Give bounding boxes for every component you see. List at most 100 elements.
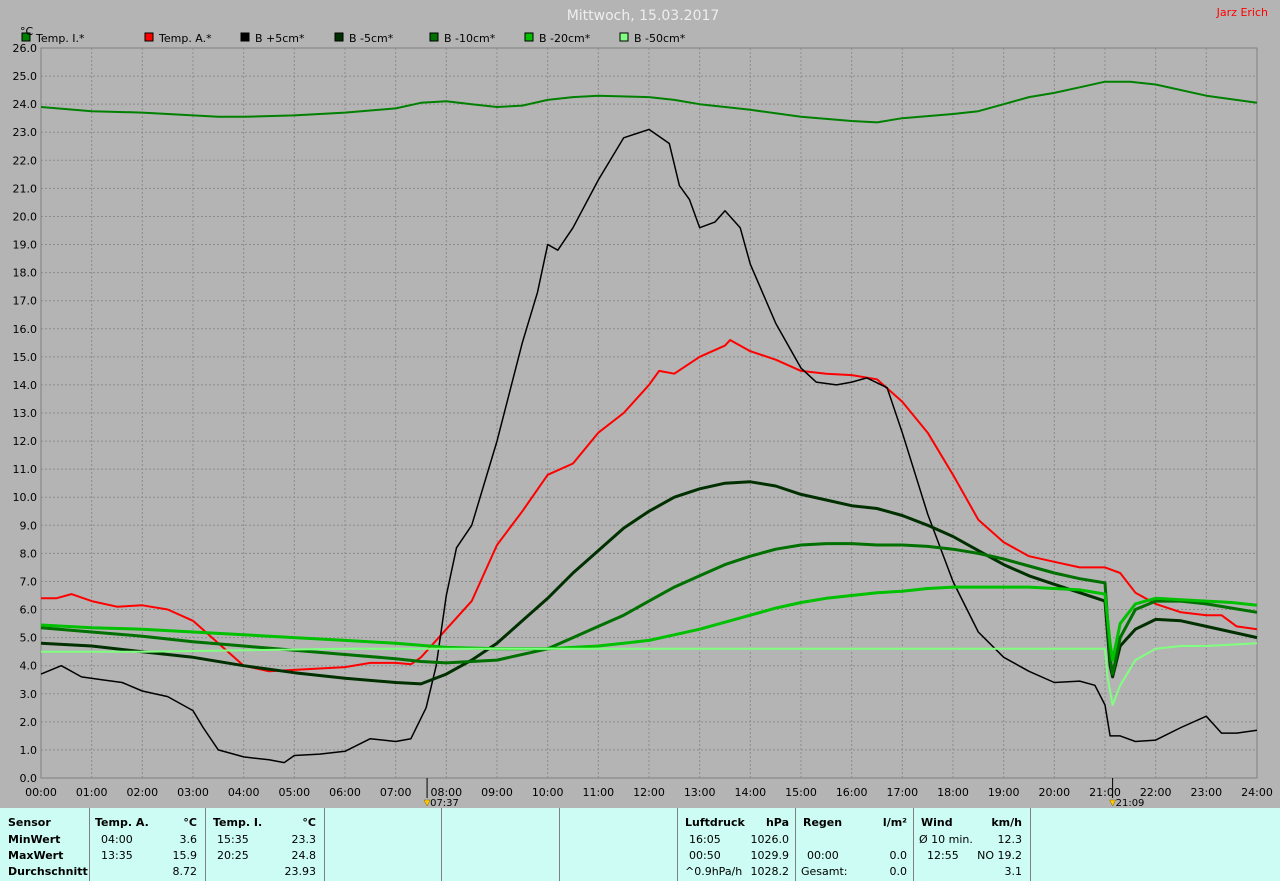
rain-time: 00:00 [807, 849, 839, 862]
wind-max-time: 12:55 [927, 849, 959, 862]
temp-i-min-value: 23.3 [291, 833, 317, 846]
y-tick-label: 2.0 [20, 716, 38, 729]
x-tick-label: 18:00 [937, 786, 969, 799]
marker-label: 21:09 [1116, 798, 1145, 808]
legend-label: Temp. I.* [35, 32, 85, 45]
x-tick-label: 04:00 [228, 786, 260, 799]
maxwert-label: MaxWert [8, 849, 64, 862]
legend-label: B -50cm* [634, 32, 686, 45]
wind-header: Wind [921, 816, 953, 829]
legend-label: B +5cm* [255, 32, 305, 45]
wind-avg-label: Ø 10 min. [919, 833, 973, 846]
y-tick-label: 14.0 [13, 379, 38, 392]
pressure-unit: hPa [765, 816, 789, 829]
rain-unit: l/m² [882, 816, 907, 829]
summary-panel: Sensor MinWert MaxWert Durchschnitt Temp… [0, 808, 1280, 881]
temp-i-max-time: 20:25 [217, 849, 249, 862]
chart-grid [40, 47, 1258, 779]
author-label: Jarz Erich [1216, 6, 1268, 19]
y-tick-label: 8.0 [20, 547, 38, 560]
legend-swatch [524, 32, 534, 42]
legend-swatch [334, 32, 344, 42]
pressure-min-value: 1026.0 [750, 833, 790, 846]
temp-a-unit: °C [183, 816, 197, 829]
y-tick-label: 26.0 [13, 42, 38, 55]
legend-swatch [429, 32, 439, 42]
y-tick-label: 4.0 [20, 660, 38, 673]
pressure-header: Luftdruck [685, 816, 745, 829]
temp-i-column: Temp. I. °C 15:35 23.3 20:25 24.8 23.93 [205, 808, 325, 881]
y-tick-label: 19.0 [13, 239, 38, 252]
temp-i-unit: °C [302, 816, 316, 829]
y-tick-label: 16.0 [13, 323, 38, 336]
x-tick-label: 09:00 [481, 786, 513, 799]
x-tick-label: 22:00 [1140, 786, 1172, 799]
rain-header: Regen [803, 816, 843, 829]
wind-average: 3.1 [1004, 865, 1023, 878]
marker-label: 07:37 [430, 798, 459, 808]
x-tick-label: 19:00 [988, 786, 1020, 799]
rain-total-label: Gesamt: [801, 865, 848, 878]
chart-legend: Temp. I.* Temp. A.* B +5cm* B -5cm* B -10cm*… [21, 32, 686, 45]
legend-label: Temp. A.* [158, 32, 212, 45]
y-tick-label: 24.0 [13, 98, 38, 111]
y-tick-label: 22.0 [13, 154, 38, 167]
empty-column-3 [559, 808, 678, 881]
sensor-column: Sensor MinWert MaxWert Durchschnitt [0, 808, 90, 881]
wind-avg-value: 12.3 [997, 833, 1023, 846]
x-tick-label: 05:00 [278, 786, 310, 799]
x-tick-label: 20:00 [1038, 786, 1070, 799]
x-tick-label: 11:00 [582, 786, 614, 799]
x-tick-label: 13:00 [684, 786, 716, 799]
x-tick-label: 15:00 [785, 786, 817, 799]
y-tick-label: 21.0 [13, 182, 38, 195]
y-tick-label: 15.0 [13, 351, 38, 364]
sensor-header: Sensor [8, 816, 51, 829]
temp-a-max-value: 15.9 [172, 849, 198, 862]
y-tick-label: 7.0 [20, 575, 38, 588]
wind-max-value: NO 19.2 [977, 849, 1022, 862]
temp-a-min-time: 04:00 [101, 833, 133, 846]
y-tick-label: 13.0 [13, 407, 38, 420]
pressure-average: 1028.2 [750, 865, 790, 878]
y-tick-label: 25.0 [13, 70, 38, 83]
chart-axes: 0.0 1.0 2.0 3.0 4.0 5.0 6.0 7.0 8.0 9.0 10.0 11.0 12… [13, 42, 1273, 808]
legend-swatch [619, 32, 629, 42]
wind-column: Wind km/h Ø 10 min. 12.3 12:55 NO 19.2 3… [913, 808, 1031, 881]
x-tick-label: 00:00 [25, 786, 57, 799]
y-tick-label: 1.0 [20, 744, 38, 757]
legend-label: B -10cm* [444, 32, 496, 45]
pressure-trend: ^0.9hPa/h [685, 865, 743, 878]
temp-a-average: 8.72 [172, 865, 198, 878]
y-axis-label: °C [20, 25, 34, 38]
x-tick-label: 03:00 [177, 786, 209, 799]
rain-column: Regen l/m² 00:00 0.0 Gesamt: 0.0 [795, 808, 914, 881]
temperature-chart: 0.0 1.0 2.0 3.0 4.0 5.0 6.0 7.0 8.0 9.0 10.0 11.0 12… [13, 6, 1273, 808]
minwert-label: MinWert [8, 833, 61, 846]
temp-i-max-value: 24.8 [291, 849, 317, 862]
y-tick-label: 5.0 [20, 632, 38, 645]
y-tick-label: 6.0 [20, 604, 38, 617]
chart-title: Mittwoch, 15.03.2017 [567, 8, 720, 24]
x-tick-label: 01:00 [76, 786, 108, 799]
legend-label: B -5cm* [349, 32, 394, 45]
x-tick-label: 06:00 [329, 786, 361, 799]
x-tick-label: 16:00 [836, 786, 868, 799]
pressure-column: Luftdruck hPa 16:05 1026.0 00:50 1029.9 … [677, 808, 796, 881]
x-tick-label: 07:00 [380, 786, 412, 799]
pressure-max-time: 00:50 [689, 849, 721, 862]
rain-value: 0.0 [889, 849, 908, 862]
y-tick-label: 3.0 [20, 688, 38, 701]
x-tick-label: 12:00 [633, 786, 665, 799]
wind-unit: km/h [991, 816, 1022, 829]
pressure-max-value: 1029.9 [750, 849, 790, 862]
legend-swatch [144, 32, 154, 42]
y-tick-label: 17.0 [13, 295, 38, 308]
y-tick-label: 20.0 [13, 210, 38, 223]
durchschnitt-label: Durchschnitt [8, 865, 88, 878]
rain-total-value: 0.0 [889, 865, 908, 878]
temp-a-max-time: 13:35 [101, 849, 133, 862]
y-tick-label: 12.0 [13, 435, 38, 448]
empty-column-2 [441, 808, 560, 881]
temp-i-header: Temp. I. [213, 816, 263, 829]
